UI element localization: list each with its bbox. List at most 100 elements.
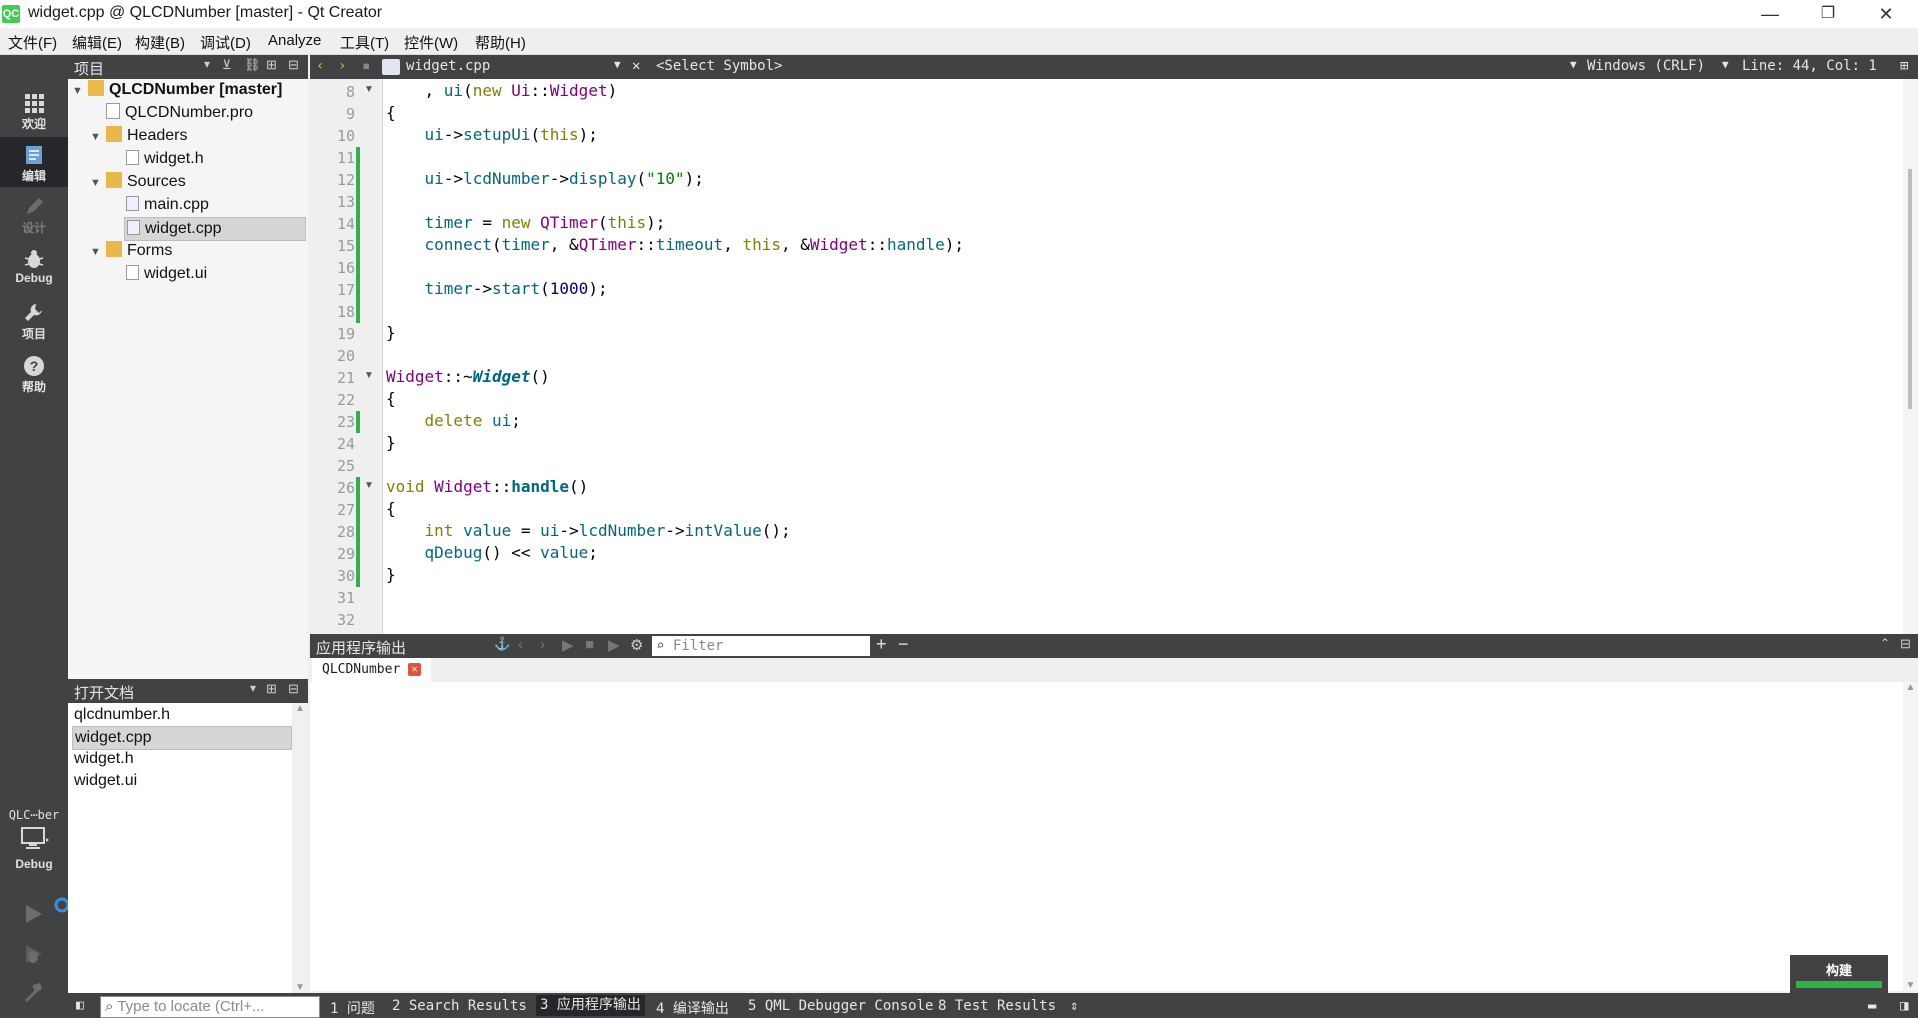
symbol-selector[interactable]: <Select Symbol>	[656, 58, 782, 74]
symbol-dropdown-icon[interactable]: ▼	[1570, 58, 1577, 71]
next-icon[interactable]: ›	[540, 636, 545, 653]
view-dropdown-icon[interactable]: ▾	[250, 681, 256, 695]
open-doc-item[interactable]: widget.cpp	[72, 726, 292, 750]
fold-marker-icon[interactable]: ▼	[364, 370, 374, 381]
fold-marker-icon[interactable]: ▼	[364, 84, 374, 95]
more-tabs-icon[interactable]: ⇕	[1070, 998, 1078, 1014]
code-line[interactable]: }	[386, 565, 396, 584]
chevron-down-icon[interactable]: ▼	[90, 241, 106, 263]
code-line[interactable]: {	[386, 389, 396, 408]
tab-compile-output[interactable]: 4 编译输出	[656, 998, 729, 1018]
link-icon[interactable]: ⛓	[244, 57, 261, 73]
code-line[interactable]: Widget::~Widget()	[386, 367, 550, 386]
close-button[interactable]: ✕	[1858, 0, 1914, 28]
close-tab-icon[interactable]: ✕	[408, 663, 422, 676]
fold-marker-icon[interactable]: ▼	[364, 480, 374, 491]
menu-help[interactable]: 帮助(H)	[475, 32, 526, 53]
application-output[interactable]	[310, 682, 1903, 991]
zoom-in-icon[interactable]: +	[876, 634, 887, 655]
filter-input[interactable]: ⌕ Filter	[652, 636, 870, 656]
tree-item-forms[interactable]: ▼ Forms	[90, 240, 172, 262]
code-line[interactable]: }	[386, 323, 396, 342]
menu-debug[interactable]: 调试(D)	[200, 32, 251, 53]
code-line[interactable]: {	[386, 103, 396, 122]
run-icon[interactable]	[22, 903, 44, 925]
tree-item-main-cpp[interactable]: main.cpp	[126, 194, 209, 216]
cursor-position[interactable]: Line: 44, Col: 1	[1742, 58, 1877, 74]
split-icon[interactable]: ⊞	[266, 681, 277, 697]
code-line[interactable]: void Widget::handle()	[386, 477, 588, 496]
menu-edit[interactable]: 编辑(E)	[72, 32, 122, 53]
restore-button[interactable]: ❐	[1800, 0, 1856, 28]
tab-qml-debugger-console[interactable]: 5 QML Debugger Console	[748, 998, 933, 1014]
close-panel-icon[interactable]: ⊟	[288, 57, 299, 73]
menu-tools[interactable]: 工具(T)	[340, 32, 389, 53]
tree-item-sources[interactable]: ▼ Sources	[90, 171, 186, 193]
menu-analyze[interactable]: Analyze	[268, 32, 321, 49]
attach-icon[interactable]: ⚓	[494, 636, 510, 652]
build-progress-badge[interactable]: 构建	[1790, 955, 1888, 993]
menu-build[interactable]: 构建(B)	[135, 32, 185, 53]
close-file-icon[interactable]: ✕	[632, 58, 640, 74]
menu-controls[interactable]: 控件(W)	[404, 32, 458, 53]
tab-search-results[interactable]: 2 Search Results	[392, 998, 527, 1014]
kit-selector[interactable]: QLC⋯ber Debug	[0, 808, 68, 871]
view-dropdown-icon[interactable]: ▾	[204, 57, 210, 71]
split-icon[interactable]: ⊞	[266, 57, 277, 73]
tab-issues[interactable]: 1 问题	[330, 998, 375, 1018]
open-docs-scrollbar[interactable]: ▲ ▼	[292, 703, 308, 993]
mode-edit[interactable]: 编辑	[0, 137, 68, 187]
back-arrow-icon[interactable]: ‹	[316, 58, 324, 74]
open-doc-item[interactable]: qlcdnumber.h	[72, 704, 290, 726]
code-line[interactable]: }	[386, 433, 396, 452]
chevron-down-icon[interactable]: ▼	[90, 172, 106, 194]
editor-scrollbar[interactable]	[1903, 79, 1918, 634]
tree-item-widget-h[interactable]: widget.h	[126, 148, 204, 170]
current-file-selector[interactable]: widget.cpp	[406, 58, 490, 74]
gear-icon[interactable]: ⚙	[630, 636, 643, 654]
chevron-down-icon[interactable]: ▼	[90, 126, 106, 148]
code-line[interactable]: qDebug() << value;	[386, 543, 598, 562]
tab-app-output[interactable]: 3 应用程序输出	[536, 995, 645, 1016]
code-line[interactable]: connect(timer, &QTimer::timeout, this, &…	[386, 235, 964, 254]
output-tab[interactable]: QLCDNumber ✕	[312, 658, 432, 682]
tab-test-results[interactable]: 8 Test Results	[938, 998, 1056, 1014]
progress-details-icon[interactable]: ▬	[1868, 998, 1876, 1014]
debug-icon[interactable]: ▶	[608, 636, 620, 654]
zoom-out-icon[interactable]: −	[898, 634, 909, 655]
close-pane-icon[interactable]: ⊟	[1900, 636, 1911, 652]
stop-icon[interactable]: ■	[585, 636, 594, 653]
code-line[interactable]: timer = new QTimer(this);	[386, 213, 666, 232]
split-editor-icon[interactable]: ⊞	[1900, 58, 1908, 74]
mode-welcome[interactable]: 欢迎	[0, 85, 68, 135]
code-line[interactable]: int value = ui->lcdNumber->intValue();	[386, 521, 791, 540]
open-doc-item[interactable]: widget.h	[72, 748, 290, 770]
scroll-thumb[interactable]	[1908, 169, 1912, 409]
tree-item-widget-ui[interactable]: widget.ui	[126, 263, 207, 285]
rerun-icon[interactable]: ▶	[562, 636, 574, 654]
close-panel-icon[interactable]: ⊟	[288, 681, 299, 697]
maximize-pane-icon[interactable]: ⌃	[1880, 636, 1890, 650]
tree-item-headers[interactable]: ▼ Headers	[90, 125, 187, 147]
mode-help[interactable]: ? 帮助	[0, 348, 68, 398]
output-scrollbar[interactable]: ▲ ▼	[1903, 682, 1918, 991]
code-line[interactable]: ui->setupUi(this);	[386, 125, 598, 144]
line-ending-dropdown-icon[interactable]: ▼	[1722, 58, 1729, 71]
forward-arrow-icon[interactable]: ›	[338, 58, 346, 74]
toggle-right-sidebar-icon[interactable]: ◨	[1900, 998, 1908, 1014]
menu-file[interactable]: 文件(F)	[8, 32, 57, 53]
code-editor[interactable]: , ui(new Ui::Widget){ ui->setupUi(this);…	[383, 79, 1903, 634]
tree-item-pro-file[interactable]: QLCDNumber.pro	[106, 102, 253, 124]
mode-design[interactable]: 设计	[0, 189, 68, 239]
mode-debug[interactable]: Debug	[0, 241, 68, 291]
build-hammer-icon[interactable]	[22, 981, 44, 1003]
locate-input[interactable]: ⌕ Type to locate (Ctrl+...	[100, 996, 320, 1018]
line-ending-selector[interactable]: Windows (CRLF)	[1587, 58, 1705, 74]
code-line[interactable]: delete ui;	[386, 411, 521, 430]
filter-icon[interactable]: ⊻	[222, 57, 232, 73]
tree-item-project[interactable]: ▼ QLCDNumber [master]	[72, 79, 282, 101]
code-line[interactable]: {	[386, 499, 396, 518]
debug-run-icon[interactable]	[22, 943, 44, 965]
prev-icon[interactable]: ‹	[518, 636, 523, 653]
tree-item-widget-cpp[interactable]: widget.cpp	[124, 217, 306, 241]
